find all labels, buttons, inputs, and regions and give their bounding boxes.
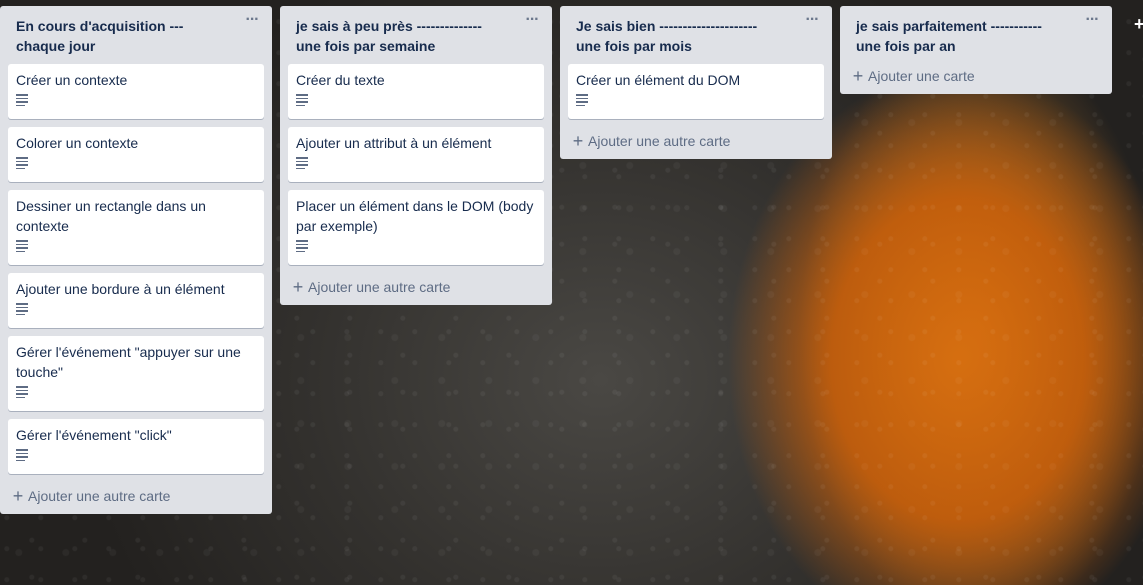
ellipsis-icon[interactable]: ··· (804, 12, 820, 30)
card[interactable]: Créer un élément du DOM (568, 64, 824, 119)
card-title: Placer un élément dans le DOM (body par … (296, 198, 534, 234)
description-icon (296, 240, 308, 252)
card[interactable]: Ajouter une bordure à un élément (8, 273, 264, 328)
card-list: Créer un élément du DOM (560, 64, 832, 119)
card[interactable]: Placer un élément dans le DOM (body par … (288, 190, 544, 265)
description-icon (16, 240, 28, 252)
add-card-button[interactable]: + Ajouter une autre carte (560, 127, 832, 159)
list-en-cours: En cours d'acquisition --- chaque jour ·… (0, 6, 272, 514)
card-list: Créer un contexte Colorer un contexte De… (0, 64, 272, 474)
description-icon (296, 94, 308, 106)
list-sais-bien: Je sais bien --------------------- une f… (560, 6, 832, 159)
list-header[interactable]: je sais à peu près -------------- une fo… (280, 6, 552, 64)
card[interactable]: Colorer un contexte (8, 127, 264, 182)
card[interactable]: Ajouter un attribut à un élément (288, 127, 544, 182)
card[interactable]: Créer un contexte (8, 64, 264, 119)
card-title: Créer du texte (296, 72, 385, 88)
add-list-plus-icon[interactable]: + (1134, 14, 1143, 35)
card-title: Créer un élément du DOM (576, 72, 741, 88)
card-title: Gérer l'événement "click" (16, 427, 172, 443)
description-icon (16, 386, 28, 398)
ellipsis-icon[interactable]: ··· (524, 12, 540, 30)
list-title-line2: une fois par semaine (296, 38, 436, 54)
card-title: Ajouter un attribut à un élément (296, 135, 492, 151)
list-title-line2: une fois par mois (576, 38, 692, 54)
list-title-line1: Je sais bien --------------------- (576, 18, 758, 34)
card[interactable]: Gérer l'événement "click" (8, 419, 264, 474)
add-card-button[interactable]: + Ajouter une autre carte (0, 482, 272, 514)
card-title: Créer un contexte (16, 72, 128, 88)
plus-icon: + (852, 66, 864, 86)
board: En cours d'acquisition --- chaque jour ·… (0, 0, 1143, 585)
card-title: Dessiner un rectangle dans un contexte (16, 198, 206, 234)
list-title-line2: chaque jour (16, 38, 96, 54)
list-title-line1: je sais parfaitement ----------- (856, 18, 1042, 34)
add-card-label: Ajouter une autre carte (28, 488, 171, 504)
card-title: Colorer un contexte (16, 135, 139, 151)
card-title: Ajouter une bordure à un élément (16, 281, 225, 297)
plus-icon: + (292, 277, 304, 297)
description-icon (296, 157, 308, 169)
ellipsis-icon[interactable]: ··· (244, 12, 260, 30)
description-icon (16, 449, 28, 461)
list-header[interactable]: je sais parfaitement ----------- une foi… (840, 6, 1112, 64)
description-icon (16, 94, 28, 106)
add-card-label: Ajouter une autre carte (308, 279, 451, 295)
list-a-peu-pres: je sais à peu près -------------- une fo… (280, 6, 552, 305)
card[interactable]: Gérer l'événement "appuyer sur une touch… (8, 336, 264, 411)
list-title-line2: une fois par an (856, 38, 956, 54)
card[interactable]: Créer du texte (288, 64, 544, 119)
description-icon (576, 94, 588, 106)
plus-icon: + (572, 131, 584, 151)
list-title-line1: je sais à peu près -------------- (296, 18, 482, 34)
add-card-button[interactable]: + Ajouter une carte (840, 64, 1112, 94)
list-header[interactable]: Je sais bien --------------------- une f… (560, 6, 832, 64)
card-list: Créer du texte Ajouter un attribut à un … (280, 64, 552, 265)
plus-icon: + (12, 486, 24, 506)
ellipsis-icon[interactable]: ··· (1084, 12, 1100, 30)
card[interactable]: Dessiner un rectangle dans un contexte (8, 190, 264, 265)
card-title: Gérer l'événement "appuyer sur une touch… (16, 344, 241, 380)
add-card-label: Ajouter une autre carte (588, 133, 731, 149)
description-icon (16, 303, 28, 315)
add-card-button[interactable]: + Ajouter une autre carte (280, 273, 552, 305)
list-title-line1: En cours d'acquisition --- (16, 18, 184, 34)
description-icon (16, 157, 28, 169)
list-parfaitement: je sais parfaitement ----------- une foi… (840, 6, 1112, 94)
list-header[interactable]: En cours d'acquisition --- chaque jour ·… (0, 6, 272, 64)
add-card-label: Ajouter une carte (868, 68, 975, 84)
